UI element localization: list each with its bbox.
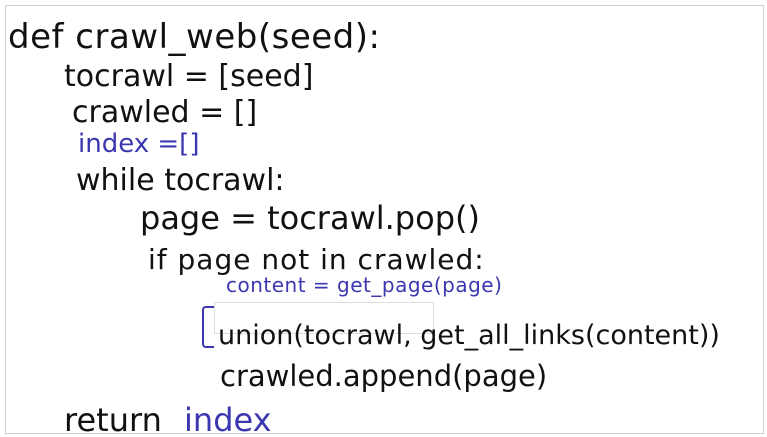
code-line-index-init: index =[] [78,129,200,159]
whiteboard-canvas: def crawl_web(seed): tocrawl = [seed] cr… [5,5,764,434]
return-keyword: return [64,401,162,434]
code-line-if: if page not in crawled: [148,243,485,276]
code-line-append: crawled.append(page) [220,359,548,393]
code-line-crawled-init: crawled = [] [72,95,258,130]
code-line-def: def crawl_web(seed): [8,17,381,57]
code-line-while: while tocrawl: [76,163,285,198]
code-line-pop: page = tocrawl.pop() [140,199,480,237]
code-line-content: content = get_page(page) [226,273,503,297]
code-line-union: union(tocrawl, get_all_links(content)) [218,320,720,351]
return-value: index [184,401,272,434]
code-line-tocrawl-init: tocrawl = [seed] [64,59,314,94]
code-line-return: return index [64,401,272,434]
insertion-bracket [202,306,214,348]
